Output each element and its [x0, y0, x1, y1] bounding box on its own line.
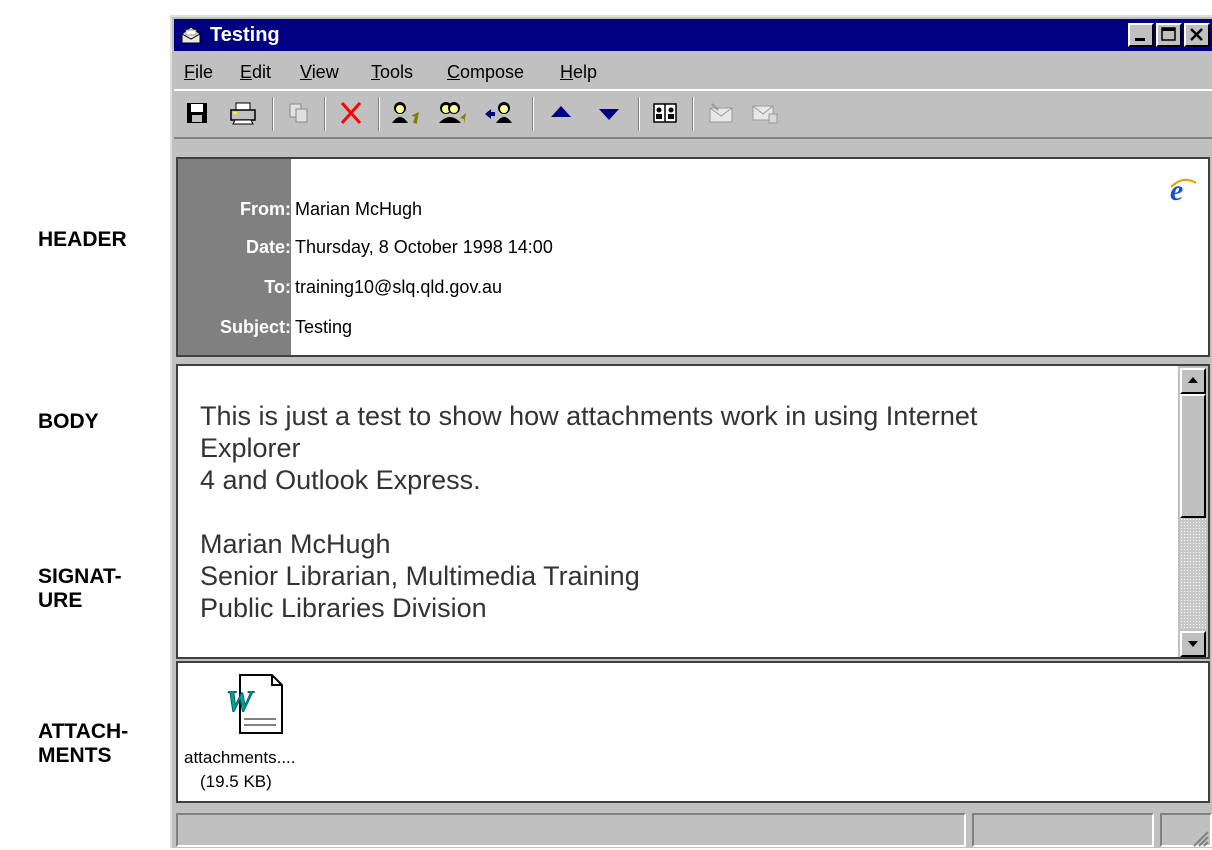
minimize-button[interactable] — [1128, 23, 1154, 47]
menu-tools-label: ools — [380, 62, 414, 82]
send-receive-button[interactable] — [748, 98, 782, 128]
maximize-icon — [1161, 27, 1176, 41]
toolbar-separator — [324, 97, 326, 131]
reply-icon — [392, 102, 419, 125]
scroll-down-button[interactable] — [1180, 631, 1206, 657]
scroll-up-button[interactable] — [1180, 368, 1206, 394]
close-button[interactable] — [1184, 23, 1210, 47]
address-book-icon — [653, 103, 677, 123]
menu-compose[interactable]: Compose — [447, 61, 524, 83]
print-icon — [230, 102, 256, 125]
attachments-pane: W attachments.... (19.5 KB) — [176, 661, 1210, 803]
minimize-icon — [1135, 38, 1145, 41]
envelope-icon — [181, 26, 201, 44]
resize-grip-icon[interactable] — [1190, 828, 1210, 848]
message-body-pane[interactable]: This is just a test to show how attachme… — [176, 364, 1210, 659]
reply-all-icon — [439, 102, 466, 124]
next-icon — [599, 109, 619, 120]
save-icon — [187, 103, 207, 123]
to-value[interactable]: training10@slq.qld.gov.au — [295, 275, 502, 299]
to-label: To: — [264, 277, 291, 297]
toolbar-separator — [692, 97, 694, 131]
svg-text:W: W — [226, 685, 255, 718]
side-label-header: HEADER — [38, 228, 127, 251]
reply-button[interactable] — [388, 98, 422, 128]
status-panel-2 — [972, 813, 1154, 847]
menu-edit-accel: E — [240, 62, 253, 82]
menu-help[interactable]: Help — [560, 61, 597, 83]
title-bar[interactable]: Testing — [174, 19, 1212, 51]
message-header-pane: e From: Marian McHugh Date: Thursday, 8 … — [176, 157, 1210, 357]
side-label-attachments: ATTACH- MENTS — [38, 720, 129, 767]
internet-explorer-icon: e — [1170, 175, 1197, 205]
message-body-text: This is just a test to show how attachme… — [200, 401, 978, 623]
forward-button[interactable] — [482, 98, 516, 128]
delete-button[interactable] — [334, 98, 368, 128]
menu-compose-accel: C — [447, 62, 460, 82]
arrow-down-icon — [1188, 641, 1198, 647]
menu-help-accel: H — [560, 62, 573, 82]
save-button[interactable] — [180, 98, 214, 128]
menu-tools[interactable]: Tools — [371, 61, 413, 83]
date-label: Date: — [245, 237, 291, 257]
menu-file[interactable]: File — [184, 61, 213, 83]
menu-edit-label: dit — [252, 62, 272, 82]
previous-icon — [551, 106, 571, 117]
menu-view[interactable]: View — [300, 61, 339, 83]
vertical-scrollbar[interactable] — [1178, 366, 1208, 657]
delete-icon — [340, 101, 362, 125]
scroll-thumb[interactable] — [1180, 394, 1206, 518]
menu-edit[interactable]: Edit — [240, 61, 271, 83]
date-value: Thursday, 8 October 1998 14:00 — [295, 237, 553, 257]
status-panel-main — [176, 813, 966, 847]
close-icon — [1190, 28, 1203, 41]
menu-view-label: iew — [311, 62, 339, 82]
menu-view-accel: V — [300, 62, 312, 82]
copy-button[interactable] — [282, 98, 316, 128]
word-document-icon: W — [226, 674, 283, 734]
reply-all-button[interactable] — [436, 98, 470, 128]
subject-label: Subject: — [219, 317, 291, 337]
menu-compose-label: ompose — [460, 62, 525, 82]
from-label: From: — [240, 199, 291, 219]
next-button[interactable] — [592, 98, 626, 128]
attachment-size: (19.5 KB) — [200, 772, 272, 791]
menu-file-label: ile — [195, 62, 214, 82]
print-button[interactable] — [226, 98, 260, 128]
arrow-up-icon — [1188, 377, 1198, 383]
status-bar — [174, 809, 1212, 850]
previous-button[interactable] — [544, 98, 578, 128]
attachment-name: attachments.... — [184, 748, 296, 767]
window-title: Testing — [210, 24, 280, 46]
menu-bar: File Edit View Tools Compose Help — [174, 55, 1212, 87]
toolbar-separator — [272, 97, 274, 131]
new-message-button[interactable] — [704, 98, 738, 128]
side-label-signature: SIGNAT- URE — [38, 565, 122, 612]
subject-value: Testing — [295, 317, 353, 337]
from-value: Marian McHugh — [295, 199, 423, 219]
forward-icon — [485, 102, 512, 123]
maximize-button[interactable] — [1156, 23, 1182, 47]
menu-help-label: elp — [573, 62, 598, 82]
address-book-button[interactable] — [648, 98, 682, 128]
new-message-icon — [709, 103, 733, 123]
message-window: Testing File Edit View Tools Compose Hel… — [170, 15, 1212, 848]
toolbar-separator — [638, 97, 640, 131]
menu-tools-accel: T — [371, 62, 380, 82]
copy-icon — [289, 103, 308, 123]
send-receive-icon — [752, 105, 778, 124]
toolbar-separator — [532, 97, 534, 131]
toolbar — [174, 89, 1212, 139]
toolbar-separator — [378, 97, 380, 131]
menu-file-accel: F — [184, 62, 195, 82]
side-label-body: BODY — [38, 410, 99, 433]
scroll-track[interactable] — [1180, 518, 1206, 629]
